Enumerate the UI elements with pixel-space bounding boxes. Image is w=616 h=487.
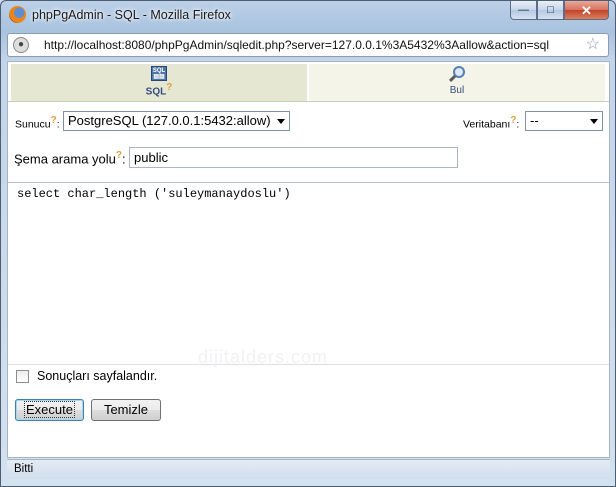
- tab-find[interactable]: Bul: [309, 64, 605, 101]
- maximize-button[interactable]: □: [537, 1, 564, 20]
- server-selected: PostgreSQL (127.0.0.1:5432:allow): [68, 113, 271, 128]
- tab-bar: SQL ▤▤ SQL? Bul: [8, 62, 609, 102]
- close-button[interactable]: ✕: [564, 1, 609, 20]
- browser-window: phpPgAdmin - SQL - Mozilla Firefox — □ ✕…: [0, 0, 616, 487]
- server-label: Sunucu?:: [15, 115, 60, 131]
- watermark: dijitalders.com: [198, 347, 329, 367]
- sql-icon: SQL ▤▤: [151, 66, 167, 81]
- execute-button[interactable]: Execute: [15, 399, 84, 421]
- schema-help-icon[interactable]: ?: [116, 150, 122, 161]
- status-text: Bitti: [14, 463, 34, 475]
- address-bar[interactable]: ● http://localhost:8080/phpPgAdmin/sqled…: [7, 33, 609, 57]
- database-select[interactable]: --: [525, 111, 603, 131]
- database-label: Veritabanı?:: [463, 115, 520, 131]
- bookmark-star-icon[interactable]: ☆: [586, 35, 600, 55]
- clear-button[interactable]: Temizle: [91, 399, 161, 421]
- sql-query-editor[interactable]: select char_length ('suleymanaydoslu'): [8, 182, 609, 365]
- site-identity-icon[interactable]: ●: [13, 37, 29, 53]
- title-bar[interactable]: phpPgAdmin - SQL - Mozilla Firefox — □ ✕: [1, 1, 615, 29]
- chevron-down-icon: [277, 119, 285, 124]
- paginate-label[interactable]: Sonuçları sayfalandır.: [37, 369, 157, 383]
- server-help-icon[interactable]: ?: [51, 115, 57, 126]
- window-title: phpPgAdmin - SQL - Mozilla Firefox: [32, 8, 231, 22]
- database-selected: --: [530, 113, 539, 128]
- schema-search-path-input[interactable]: public: [129, 147, 458, 168]
- status-bar: Bitti: [7, 459, 610, 479]
- database-help-icon[interactable]: ?: [510, 115, 516, 126]
- page-content: SQL ▤▤ SQL? Bul Sunucu?: PostgreSQL (127.…: [7, 61, 610, 458]
- schema-label: Şema arama yolu?:: [14, 150, 126, 167]
- help-icon[interactable]: ?: [166, 82, 172, 93]
- tab-find-label: Bul: [449, 85, 465, 96]
- firefox-icon[interactable]: [9, 6, 26, 23]
- clear-button-label: Temizle: [103, 402, 149, 417]
- minimize-button[interactable]: —: [510, 1, 537, 20]
- magnifier-icon: [448, 66, 466, 84]
- server-row: Sunucu?: PostgreSQL (127.0.0.1:5432:allo…: [8, 110, 609, 134]
- window-controls: — □ ✕: [510, 1, 609, 21]
- server-select[interactable]: PostgreSQL (127.0.0.1:5432:allow): [63, 111, 290, 131]
- tab-sql[interactable]: SQL ▤▤ SQL?: [11, 64, 307, 101]
- chevron-down-icon: [590, 119, 598, 124]
- paginate-checkbox[interactable]: [16, 370, 29, 383]
- schema-row: Şema arama yolu?: public: [8, 146, 609, 170]
- execute-button-label: Execute: [24, 401, 75, 418]
- tab-sql-label: SQL: [145, 86, 167, 98]
- url-text[interactable]: http://localhost:8080/phpPgAdmin/sqledit…: [44, 38, 549, 52]
